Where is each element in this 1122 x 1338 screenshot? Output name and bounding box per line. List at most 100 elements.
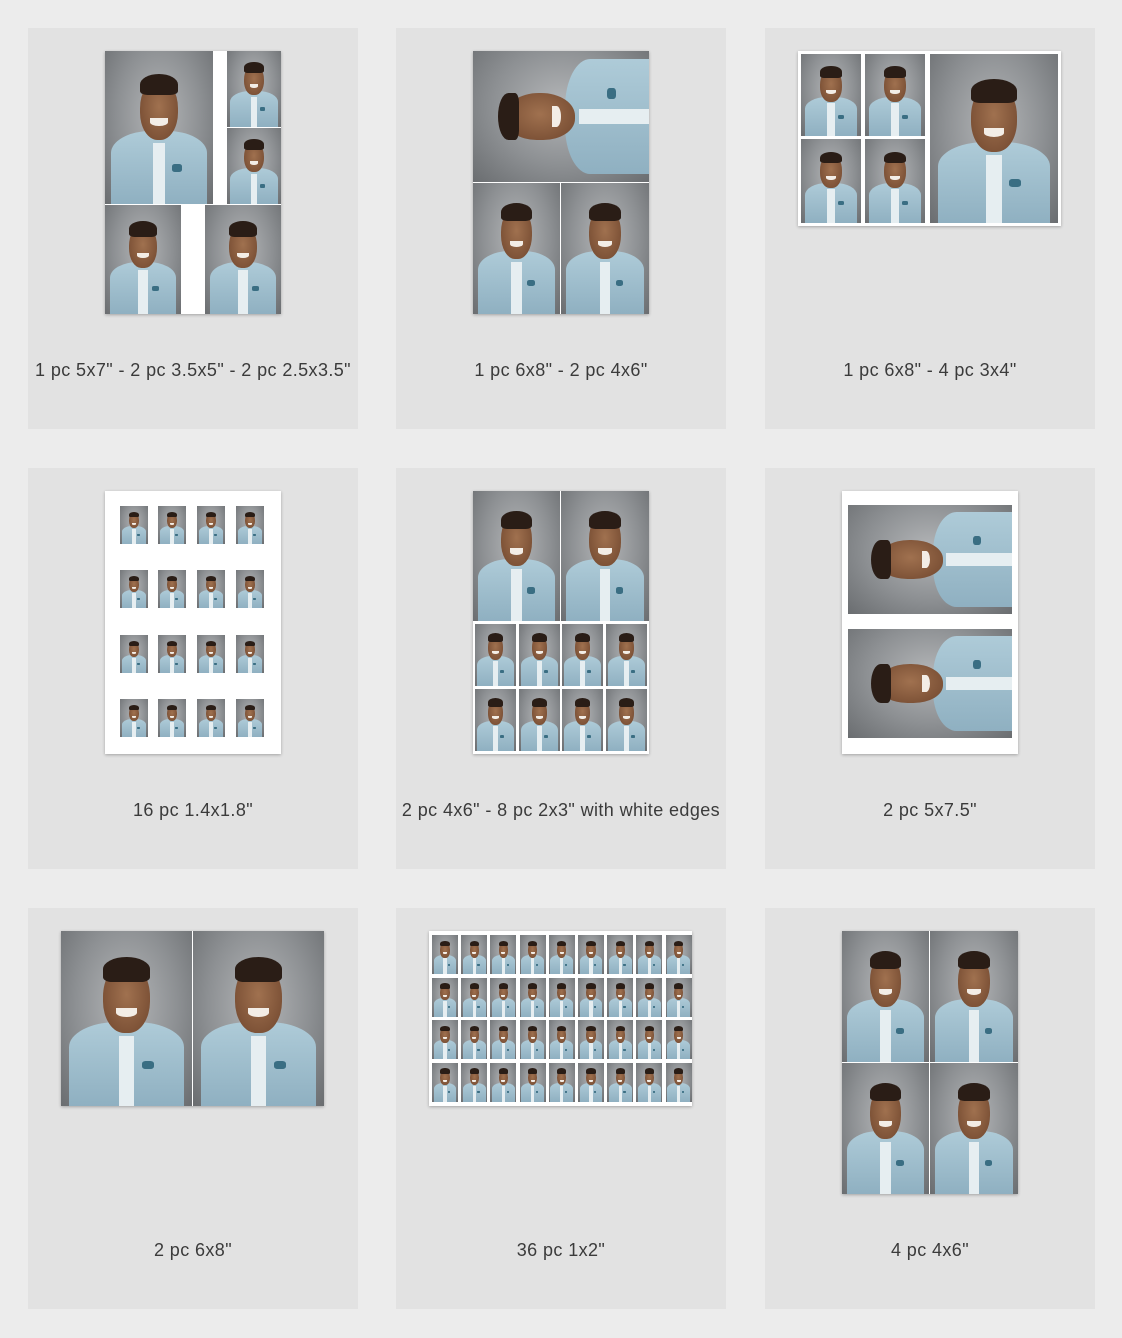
- layout-preview: [105, 51, 281, 314]
- photo-4x6: [842, 931, 929, 1062]
- photo-1x2: [665, 935, 692, 974]
- photo-2.5x3.5: [227, 51, 281, 127]
- photo-1.4x1.8: [158, 699, 186, 737]
- layout-label: 16 pc 1.4x1.8": [132, 800, 254, 820]
- photo-2x3: [475, 624, 516, 686]
- photo-2x3: [519, 624, 560, 686]
- photo-1x2: [607, 935, 634, 974]
- photo-5x7.5: [848, 629, 1012, 738]
- photo-1x2: [519, 1020, 546, 1059]
- photo-1x2: [519, 935, 546, 974]
- photo-1x2: [636, 1020, 663, 1059]
- photo-1x2: [490, 1020, 517, 1059]
- photo-1x2: [519, 977, 546, 1017]
- photo-1x2: [607, 977, 634, 1017]
- photo-1x2: [548, 1062, 575, 1102]
- layout-label: 1 pc 6x8" - 4 pc 3x4": [843, 360, 1017, 380]
- layout-label: 4 pc 4x6": [890, 1240, 970, 1260]
- photo-2x3: [475, 689, 516, 751]
- layout-card-4[interactable]: 16 pc 1.4x1.8": [28, 468, 358, 869]
- layout-card-1[interactable]: 1 pc 5x7" - 2 pc 3.5x5" - 2 pc 2.5x3.5": [28, 28, 358, 429]
- photo-1.4x1.8: [158, 506, 186, 544]
- layout-preview: [798, 51, 1061, 226]
- photo-2x3: [606, 624, 647, 686]
- photo-1.4x1.8: [120, 570, 148, 608]
- photo-1x2: [578, 1062, 604, 1102]
- photo-1x2: [578, 1020, 604, 1059]
- photo-1x2: [461, 1062, 488, 1102]
- photo-1.4x1.8: [236, 635, 264, 673]
- layout-card-8[interactable]: 36 pc 1x2": [396, 908, 726, 1309]
- photo-2x3: [519, 689, 560, 751]
- photo-1.4x1.8: [197, 506, 225, 544]
- photo-1.4x1.8: [236, 699, 264, 737]
- layout-label: 2 pc 4x6" - 8 pc 2x3" with white edges: [401, 800, 721, 820]
- photo-3x4: [801, 54, 861, 136]
- photo-6x8: [193, 931, 324, 1106]
- photo-4x6: [842, 1063, 929, 1194]
- layout-card-3[interactable]: 1 pc 6x8" - 4 pc 3x4": [765, 28, 1095, 429]
- layout-label: 2 pc 5x7.5": [883, 800, 977, 820]
- layout-preview: [473, 491, 649, 754]
- layout-card-5[interactable]: 2 pc 4x6" - 8 pc 2x3" with white edges: [396, 468, 726, 869]
- photo-1x2: [490, 935, 517, 974]
- photo-2x3: [562, 624, 603, 686]
- photo-1x2: [490, 977, 517, 1017]
- layout-preview: [61, 931, 324, 1106]
- photo-2.5x3.5: [227, 128, 281, 204]
- layout-card-7[interactable]: 2 pc 6x8": [28, 908, 358, 1309]
- layout-label: 2 pc 6x8": [153, 1240, 233, 1260]
- photo-1x2: [519, 1062, 546, 1102]
- photo-1x2: [490, 1062, 517, 1102]
- photo-1x2: [636, 1062, 663, 1102]
- photo-1x2: [607, 1062, 634, 1102]
- photo-2x3: [562, 689, 603, 751]
- photo-1x2: [432, 1062, 458, 1102]
- photo-1x2: [665, 977, 692, 1017]
- photo-3x4: [865, 139, 925, 223]
- layout-preview: [842, 931, 1018, 1194]
- photo-1.4x1.8: [197, 699, 225, 737]
- photo-1x2: [432, 935, 458, 974]
- photo-1x2: [432, 977, 458, 1017]
- photo-1.4x1.8: [120, 635, 148, 673]
- layout-preview: [842, 491, 1018, 754]
- photo-1x2: [578, 935, 604, 974]
- photo-2x3: [606, 689, 647, 751]
- photo-1.4x1.8: [158, 635, 186, 673]
- layout-card-2[interactable]: 1 pc 6x8" - 2 pc 4x6": [396, 28, 726, 429]
- photo-1.4x1.8: [236, 570, 264, 608]
- layout-card-9[interactable]: 4 pc 4x6": [765, 908, 1095, 1309]
- photo-3.5x5: [105, 205, 181, 314]
- photo-1x2: [665, 1020, 692, 1059]
- photo-1x2: [636, 935, 663, 974]
- photo-5x7: [105, 51, 213, 204]
- photo-4x6: [561, 183, 649, 314]
- photo-1x2: [548, 935, 575, 974]
- photo-1x2: [461, 977, 488, 1017]
- photo-1x2: [578, 977, 604, 1017]
- photo-3x4: [865, 54, 925, 136]
- photo-6x8: [930, 54, 1058, 223]
- photo-6x8: [61, 931, 192, 1106]
- photo-1.4x1.8: [158, 570, 186, 608]
- layout-label: 1 pc 6x8" - 2 pc 4x6": [474, 360, 648, 380]
- photo-4x6: [561, 491, 649, 621]
- photo-1x2: [432, 1020, 458, 1059]
- photo-1.4x1.8: [197, 570, 225, 608]
- photo-1x2: [607, 1020, 634, 1059]
- photo-3x4: [801, 139, 861, 223]
- photo-4x6: [930, 931, 1018, 1062]
- layout-preview: [429, 931, 692, 1106]
- photo-1x2: [548, 1020, 575, 1059]
- photo-1.4x1.8: [236, 506, 264, 544]
- layout-preview: [473, 51, 649, 314]
- photo-5x7.5: [848, 505, 1012, 614]
- photo-4x6: [473, 183, 560, 314]
- photo-6x8: [473, 51, 649, 182]
- layout-label: 36 pc 1x2": [516, 1240, 606, 1260]
- layout-card-6[interactable]: 2 pc 5x7.5": [765, 468, 1095, 869]
- photo-1x2: [548, 977, 575, 1017]
- layout-label: 1 pc 5x7" - 2 pc 3.5x5" - 2 pc 2.5x3.5": [35, 360, 351, 380]
- photo-3.5x5: [205, 205, 281, 314]
